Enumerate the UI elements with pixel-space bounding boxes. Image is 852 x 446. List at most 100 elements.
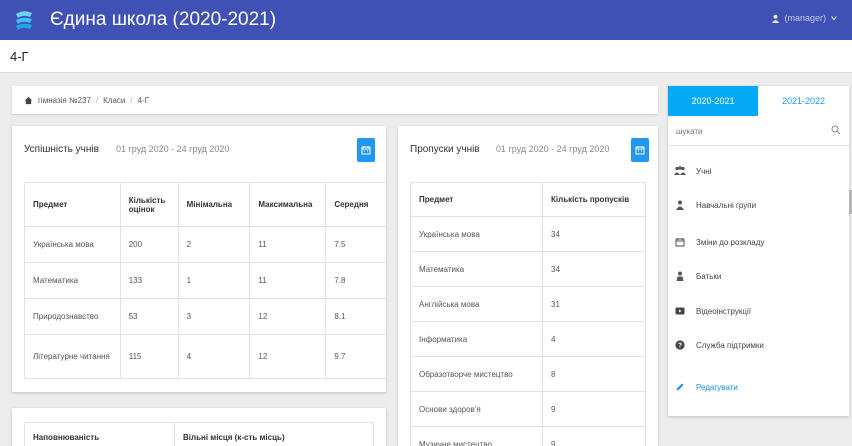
column-header: Середня — [325, 182, 386, 227]
performance-card: Успішність учнів 01 груд 2020 - 24 груд … — [12, 126, 386, 392]
cell: 2 — [177, 226, 251, 263]
cell: 7.5 — [325, 226, 386, 263]
table-row[interactable]: Природознавство 53 3 12 8.1 — [24, 298, 386, 335]
date-range[interactable]: 01 груд 2020 - 24 груд 2020 — [116, 144, 229, 154]
card-title: Успішність учнів — [24, 144, 99, 155]
help-icon: ? — [674, 339, 686, 351]
search-input[interactable] — [676, 124, 816, 138]
table-row[interactable]: Основи здоров'я 9 — [410, 391, 646, 427]
card-header: Успішність учнів 01 груд 2020 - 24 груд … — [12, 126, 386, 168]
column-header: Мінімальна — [177, 182, 251, 227]
sidebar-item-video-guides[interactable]: Відеоінструкції — [674, 300, 844, 322]
breadcrumb-school[interactable]: гімназія №237 — [38, 96, 91, 105]
app-header: Єдина школа (2020-2021) (manager) — [0, 0, 852, 40]
calendar-icon — [635, 146, 645, 155]
users-icon — [674, 165, 686, 177]
cell-subject: Англійська мова — [410, 286, 543, 322]
table-row[interactable]: Англійська мова 31 — [410, 286, 646, 322]
sidebar-item-label: Зміни до розкладу — [696, 237, 765, 247]
cell: 9 — [542, 391, 646, 427]
cell: 34 — [542, 216, 646, 252]
sidebar-item-label: Служба підтримки — [696, 340, 764, 350]
tab-2021-2022[interactable]: 2021-2022 — [758, 86, 849, 116]
tab-2020-2021[interactable]: 2020-2021 — [668, 86, 758, 116]
search-icon[interactable] — [831, 125, 841, 135]
absences-table: Предмет Кількість пропусків Українська м… — [410, 182, 646, 446]
capacity-card: Наповнюваність Вільні місця (к-сть місць… — [12, 408, 386, 446]
calendar-icon — [674, 236, 686, 248]
sidebar-item-label: Батьки — [696, 271, 722, 281]
column-header: Предмет — [24, 182, 121, 227]
video-icon — [674, 305, 686, 317]
date-range[interactable]: 01 груд 2020 - 24 груд 2020 — [496, 144, 609, 154]
sidebar-item-parents[interactable]: Батьки — [674, 265, 844, 287]
performance-table: Предмет Кількість оцінок Мінімальна Макс… — [24, 182, 386, 379]
cell-subject: Природознавство — [24, 298, 121, 335]
search-box — [668, 116, 849, 146]
sidebar-item-groups[interactable]: Навчальні групи — [674, 194, 844, 216]
user-icon — [772, 14, 780, 23]
page-header: 4-Г — [0, 40, 852, 73]
cell: 8 — [542, 356, 646, 392]
sidebar-item-support[interactable]: ? Служба підтримки — [674, 334, 844, 356]
capacity-table: Наповнюваність Вільні місця (к-сть місць… — [24, 422, 374, 446]
home-icon[interactable] — [24, 96, 33, 105]
breadcrumb-separator: / — [130, 95, 133, 105]
chevron-down-icon — [831, 16, 837, 21]
column-header: Кількість пропусків — [542, 182, 646, 217]
page-title: 4-Г — [10, 49, 29, 64]
absences-card: Пропуски учнів 01 груд 2020 - 24 груд 20… — [398, 126, 658, 446]
sidebar: 2020-2021 2021-2022 Учні Навчальні групи… — [668, 86, 849, 416]
table-row[interactable]: Літературне читання 115 4 12 9.7 — [24, 334, 386, 379]
table-row[interactable]: Українська мова 200 2 11 7.5 — [24, 226, 386, 263]
cell-subject: Українська мова — [410, 216, 543, 252]
table-row[interactable]: Українська мова 34 — [410, 216, 646, 252]
column-header: Предмет — [410, 182, 543, 217]
table-row[interactable]: Математика 34 — [410, 251, 646, 287]
table-row[interactable]: Образотворче мистецтво 8 — [410, 356, 646, 392]
edit-button[interactable]: Редагувати — [674, 376, 844, 398]
cell: 115 — [119, 334, 179, 379]
user-group-icon — [674, 199, 686, 211]
cell: 12 — [249, 298, 327, 335]
edit-label: Редагувати — [696, 382, 738, 392]
cell-subject: Інформатика — [410, 321, 543, 357]
sidebar-item-label: Відеоінструкції — [696, 306, 751, 316]
pencil-icon — [674, 381, 686, 393]
cell-subject: Музичне мистецтво — [410, 426, 543, 446]
cell: 133 — [119, 262, 179, 299]
sidebar-item-schedule-changes[interactable]: Зміни до розкладу — [674, 231, 844, 253]
cell-subject: Образотворче мистецтво — [410, 356, 543, 392]
user-name: (manager) — [784, 13, 826, 23]
cell: 8.1 — [325, 298, 386, 335]
cell: 4 — [177, 334, 251, 379]
table-row[interactable]: Музичне мистецтво 9 — [410, 426, 646, 446]
calendar-button[interactable] — [357, 138, 375, 162]
card-header: Пропуски учнів 01 груд 2020 - 24 груд 20… — [398, 126, 658, 168]
cell: 4 — [542, 321, 646, 357]
cell: 200 — [119, 226, 179, 263]
sidebar-item-students[interactable]: Учні — [674, 160, 844, 182]
user-menu[interactable]: (manager) — [771, 13, 838, 23]
cell: 12 — [249, 334, 327, 379]
calendar-button[interactable] — [631, 138, 649, 162]
table-row[interactable]: Математика 133 1 11 7.8 — [24, 262, 386, 299]
cell: 11 — [249, 226, 327, 263]
user-icon — [674, 270, 686, 282]
column-header: Кількість оцінок — [119, 182, 179, 227]
cell-subject: Літературне читання — [24, 334, 121, 379]
breadcrumb: гімназія №237 / Класи / 4-Г — [12, 86, 658, 114]
calendar-icon — [361, 146, 371, 155]
cell: 34 — [542, 251, 646, 287]
cell-subject: Основи здоров'я — [410, 391, 543, 427]
cell: 11 — [249, 262, 327, 299]
cell: 7.8 — [325, 262, 386, 299]
cell: 1 — [177, 262, 251, 299]
table-row[interactable]: Інформатика 4 — [410, 321, 646, 357]
app-logo-icon[interactable] — [12, 8, 36, 32]
cell: 3 — [177, 298, 251, 335]
breadcrumb-classes[interactable]: Класи — [103, 96, 125, 105]
sidebar-item-label: Навчальні групи — [696, 200, 757, 210]
sidebar-item-label: Учні — [696, 166, 712, 176]
table-header-row: Предмет Кількість оцінок Мінімальна Макс… — [24, 182, 386, 227]
